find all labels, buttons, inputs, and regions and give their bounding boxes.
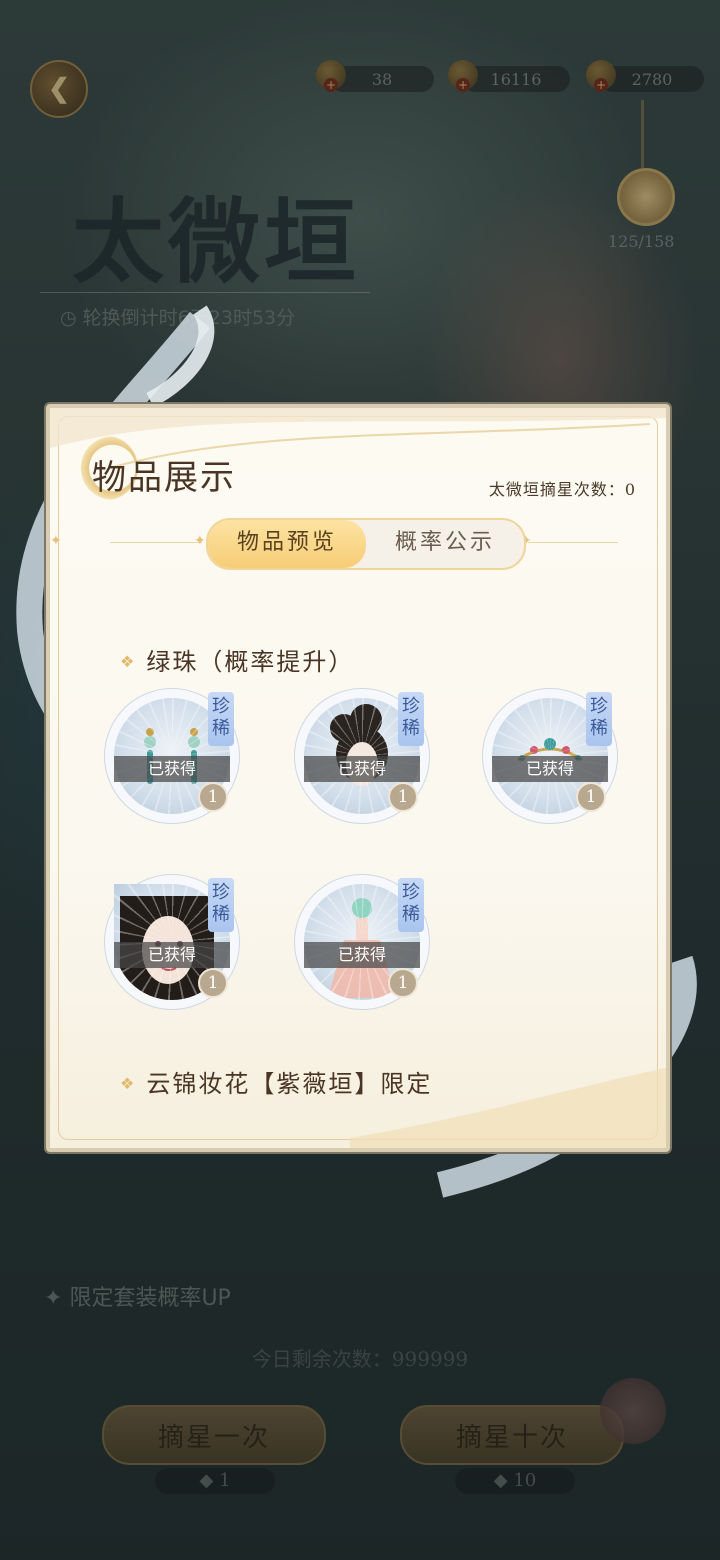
item-hairstyle[interactable]: 珍稀 已获得 1 xyxy=(294,688,430,824)
tab-item-preview[interactable]: 物品预览 xyxy=(208,520,366,568)
item-earrings[interactable]: 珍稀 已获得 1 xyxy=(104,688,240,824)
modal-title: 物品展示 xyxy=(92,458,236,498)
rare-badge: 珍稀 xyxy=(398,878,424,932)
section-title-lvzhu: ❖ 绿珠（概率提升） xyxy=(120,642,354,677)
section-title-text: 绿珠（概率提升） xyxy=(146,648,355,676)
item-makeup[interactable]: 珍稀 已获得 1 xyxy=(104,874,240,1010)
owned-label: 已获得 xyxy=(492,756,608,782)
rare-badge: 珍稀 xyxy=(398,692,424,746)
item-quantity: 1 xyxy=(198,782,228,812)
bottom-swoosh xyxy=(350,1068,666,1148)
divider xyxy=(528,542,618,543)
item-quantity: 1 xyxy=(576,782,606,812)
diamond-icon: ❖ xyxy=(120,1074,137,1093)
item-headpiece[interactable]: 珍稀 已获得 1 xyxy=(482,688,618,824)
rare-badge: 珍稀 xyxy=(586,692,612,746)
diamond-icon: ❖ xyxy=(120,652,137,671)
item-dress[interactable]: 珍稀 已获得 1 xyxy=(294,874,430,1010)
owned-label: 已获得 xyxy=(304,942,420,968)
item-quantity: 1 xyxy=(198,968,228,998)
owned-label: 已获得 xyxy=(114,942,230,968)
item-quantity: 1 xyxy=(388,968,418,998)
owned-label: 已获得 xyxy=(114,756,230,782)
tab-bar: 物品预览 概率公示 xyxy=(206,518,526,570)
divider xyxy=(110,542,202,543)
tab-probability[interactable]: 概率公示 xyxy=(368,520,522,568)
rare-badge: 珍稀 xyxy=(208,692,234,746)
rare-badge: 珍稀 xyxy=(208,878,234,932)
sparkle-icon: ✦ xyxy=(194,533,206,549)
sparkle-icon: ✦ xyxy=(50,533,62,549)
star-pick-count: 太微垣摘星次数：0 xyxy=(488,480,636,499)
item-quantity: 1 xyxy=(388,782,418,812)
item-display-modal: 物品展示 太微垣摘星次数：0 ✦ ✦ ✦ 物品预览 概率公示 ❖绿珠（概率提升）… xyxy=(46,404,670,1152)
owned-label: 已获得 xyxy=(304,756,420,782)
